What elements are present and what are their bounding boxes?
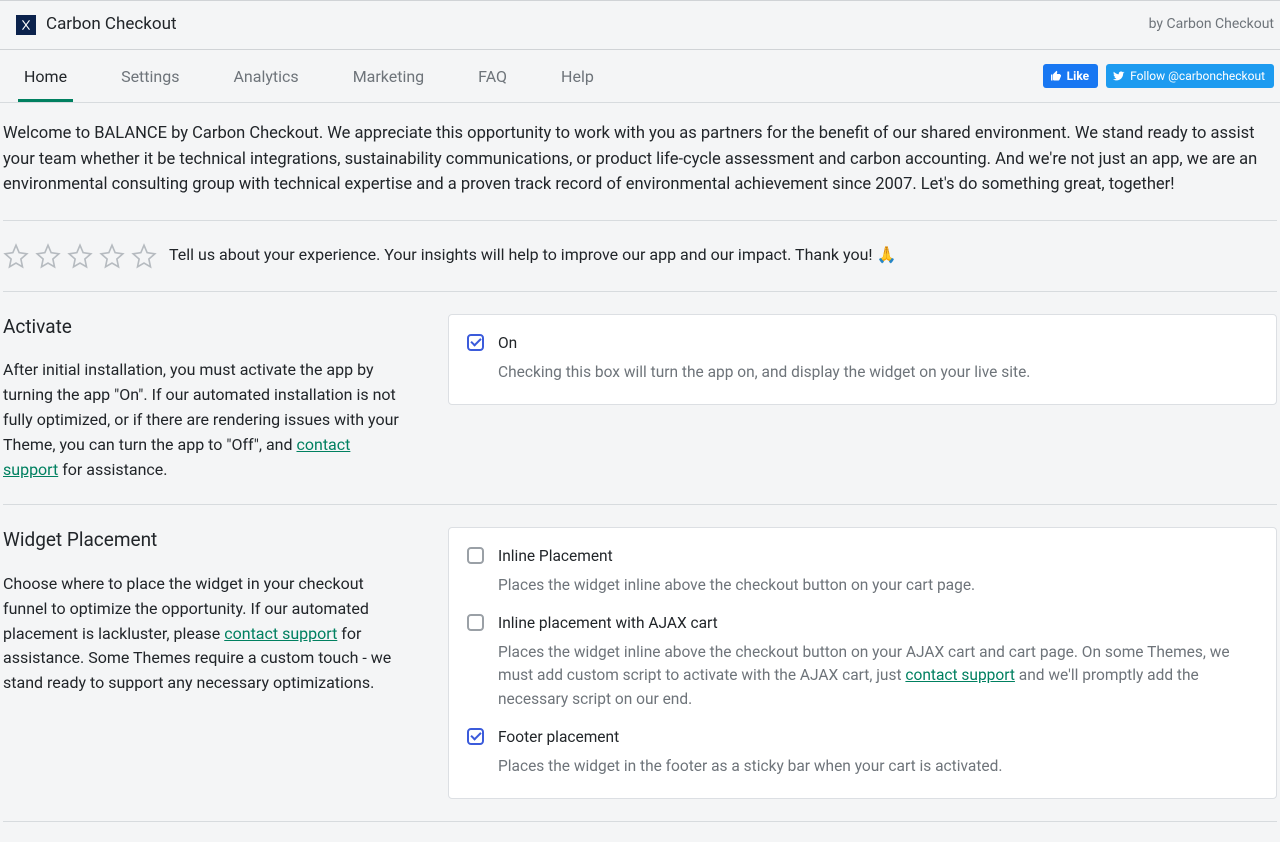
activate-on-checkbox[interactable] (467, 334, 484, 351)
placement-card: Inline Placement Places the widget inlin… (448, 527, 1277, 798)
activate-desc-after: for assistance. (58, 460, 167, 479)
app-logo-icon (16, 15, 36, 35)
placement-section: Widget Placement Choose where to place t… (3, 527, 1277, 798)
star-icon[interactable] (99, 243, 125, 269)
placement-inline-row: Inline Placement Places the widget inlin… (467, 546, 1258, 597)
placement-footer-row: Footer placement Places the widget in th… (467, 727, 1258, 778)
rating-prompt-text: Tell us about your experience. Your insi… (169, 245, 873, 264)
activate-on-help: Checking this box will turn the app on, … (498, 361, 1258, 384)
brand-row: Carbon Checkout (16, 13, 177, 37)
placement-inline-body: Inline Placement Places the widget inlin… (498, 546, 1258, 597)
tab-analytics[interactable]: Analytics (227, 50, 304, 102)
activate-card: On Checking this box will turn the app o… (448, 314, 1277, 405)
placement-footer-label: Footer placement (498, 727, 1258, 749)
activate-on-body: On Checking this box will turn the app o… (498, 333, 1258, 384)
rating-prompt: Tell us about your experience. Your insi… (169, 244, 896, 268)
tab-faq[interactable]: FAQ (472, 50, 513, 102)
activate-title: Activate (3, 314, 408, 341)
divider (3, 291, 1277, 292)
activate-section: Activate After initial installation, you… (3, 314, 1277, 483)
star-icon[interactable] (67, 243, 93, 269)
activate-on-row: On Checking this box will turn the app o… (467, 333, 1258, 384)
activate-right: On Checking this box will turn the app o… (448, 314, 1277, 405)
star-icon[interactable] (131, 243, 157, 269)
placement-ajax-row: Inline placement with AJAX cart Places t… (467, 613, 1258, 710)
thumbs-up-icon (1050, 70, 1062, 82)
placement-ajax-label: Inline placement with AJAX cart (498, 613, 1258, 635)
placement-left: Widget Placement Choose where to place t… (3, 527, 408, 696)
contact-support-link[interactable]: contact support (905, 666, 1015, 684)
placement-footer-help: Places the widget in the footer as a sti… (498, 755, 1258, 778)
tab-home[interactable]: Home (18, 50, 73, 102)
social-buttons: Like Follow @carboncheckout (1043, 64, 1274, 89)
facebook-like-label: Like (1067, 68, 1089, 85)
intro-text: Welcome to BALANCE by Carbon Checkout. W… (3, 121, 1277, 198)
divider (3, 220, 1277, 221)
placement-ajax-help: Places the widget inline above the check… (498, 641, 1258, 711)
rating-row: Tell us about your experience. Your insi… (3, 243, 1277, 269)
placement-ajax-body: Inline placement with AJAX cart Places t… (498, 613, 1258, 710)
tab-list: Home Settings Analytics Marketing FAQ He… (18, 50, 600, 102)
twitter-follow-button[interactable]: Follow @carboncheckout (1106, 64, 1274, 89)
placement-inline-help: Places the widget inline above the check… (498, 574, 1258, 597)
rating-stars (3, 243, 157, 269)
placement-right: Inline Placement Places the widget inlin… (448, 527, 1277, 798)
divider (3, 504, 1277, 505)
pray-emoji-icon: 🙏 (876, 245, 896, 264)
placement-footer-body: Footer placement Places the widget in th… (498, 727, 1258, 778)
activate-on-label: On (498, 333, 1258, 355)
tabs-row: Home Settings Analytics Marketing FAQ He… (0, 50, 1280, 103)
star-icon[interactable] (3, 243, 29, 269)
placement-desc: Choose where to place the widget in your… (3, 572, 408, 696)
placement-inline-label: Inline Placement (498, 546, 1258, 568)
app-title: Carbon Checkout (46, 13, 177, 37)
twitter-bird-icon (1113, 70, 1125, 82)
placement-inline-checkbox[interactable] (467, 547, 484, 564)
contact-support-link[interactable]: contact support (224, 624, 337, 643)
twitter-follow-label: Follow @carboncheckout (1130, 68, 1265, 85)
app-byline: by Carbon Checkout (1149, 15, 1274, 35)
placement-title: Widget Placement (3, 527, 408, 554)
star-icon[interactable] (35, 243, 61, 269)
placement-footer-checkbox[interactable] (467, 728, 484, 745)
divider (3, 821, 1277, 822)
tab-help[interactable]: Help (555, 50, 600, 102)
tab-settings[interactable]: Settings (115, 50, 185, 102)
activate-desc: After initial installation, you must act… (3, 358, 408, 482)
tab-marketing[interactable]: Marketing (347, 50, 430, 102)
app-header: Carbon Checkout by Carbon Checkout (0, 0, 1280, 50)
activate-left: Activate After initial installation, you… (3, 314, 408, 483)
placement-ajax-checkbox[interactable] (467, 614, 484, 631)
facebook-like-button[interactable]: Like (1043, 64, 1098, 89)
